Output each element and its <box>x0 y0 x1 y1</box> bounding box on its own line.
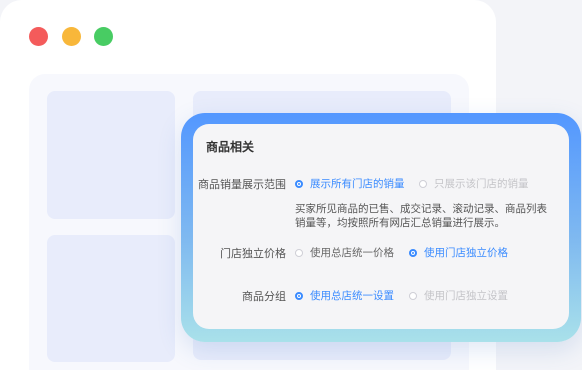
product-group-label: 商品分组 <box>242 290 286 303</box>
radio-unselected-icon <box>409 291 417 300</box>
option-label: 展示所有门店的销量 <box>310 178 405 190</box>
option-label: 使用总店统一设置 <box>310 290 394 302</box>
option-use-store-settings[interactable]: 使用门店独立设置 <box>409 288 508 303</box>
radio-selected-icon <box>295 179 303 188</box>
store-price-label: 门店独立价格 <box>220 247 286 260</box>
option-show-all-stores-sales[interactable]: 展示所有门店的销量 <box>295 176 405 191</box>
maximize-window-button[interactable] <box>94 27 113 46</box>
minimize-window-button[interactable] <box>62 27 81 46</box>
sales-range-description: 买家所见商品的已售、成交记录、滚动记录、商品列表销量等，均按照所有网店汇总销量进… <box>295 203 547 229</box>
radio-unselected-icon <box>295 248 303 257</box>
radio-selected-icon <box>295 291 303 300</box>
placeholder-card <box>47 235 175 362</box>
option-label: 使用门店独立价格 <box>424 247 508 259</box>
radio-selected-icon <box>409 248 417 257</box>
close-window-button[interactable] <box>29 27 48 46</box>
sales-range-label: 商品销量展示范围 <box>198 178 286 191</box>
option-label: 只展示该门店的销量 <box>434 178 529 190</box>
radio-unselected-icon <box>419 179 427 188</box>
option-use-store-price[interactable]: 使用门店独立价格 <box>409 245 508 260</box>
section-title: 商品相关 <box>206 140 255 154</box>
option-label: 使用门店独立设置 <box>424 290 508 302</box>
option-label: 使用总店统一价格 <box>310 247 394 259</box>
option-show-store-only-sales[interactable]: 只展示该门店的销量 <box>419 176 529 191</box>
option-use-hq-settings[interactable]: 使用总店统一设置 <box>295 288 394 303</box>
option-use-hq-price[interactable]: 使用总店统一价格 <box>295 245 394 260</box>
placeholder-card <box>47 91 175 219</box>
